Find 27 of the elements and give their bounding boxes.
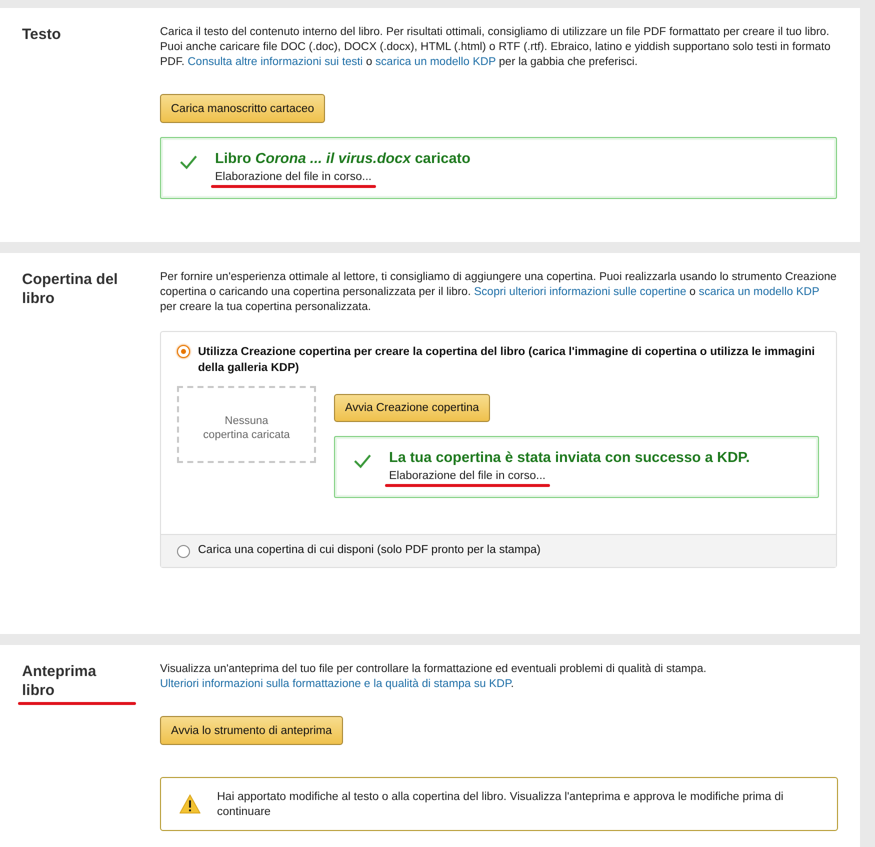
status-text: Elaborazione del file in corso... [389, 470, 546, 482]
action-button[interactable]: Carica manoscritto cartaceo [160, 94, 326, 123]
section-title: Testo [22, 25, 62, 44]
section-title: Anteprima libro [22, 662, 98, 700]
text-link[interactable]: scarica un modello KDP [698, 286, 820, 298]
success-title: Libro Corona ... il virus.docx caricato [215, 150, 470, 168]
radio-button[interactable] [177, 545, 190, 558]
warning-text: Hai apportato modifiche al testo o alla copertina del libro. Visualizza l'anteprima e approva le modifiche prima di continuare [217, 790, 784, 820]
description-text: Carica il testo del contenuto interno del libro. Per risultati ottimali, consigliamo di utilizzare un file PDF formattato per creare il tuo libro. Puoi anche caricare file DOC (.doc), DOCX (.docx), HTML (.html) o RTF (.rtf). Ebraico, latino e yiddish supportano solo testi in formato PDF. Consulta altre informazioni sui testi o scarica un modello KDP per la gabbia che preferisci. [160, 25, 832, 70]
checkmark-icon [179, 154, 198, 170]
warning-icon [179, 794, 201, 814]
description-text: Visualizza un'anteprima del tuo file per controllare la formattazione ed eventuali problemi di qualità di stampa. Ulteriori informazioni sulla formattazione e la qualità di stampa su KDP. [160, 662, 708, 692]
text-link[interactable]: Ulteriori informazioni sulla formattazione e la qualità di stampa su KDP [160, 678, 511, 690]
action-button[interactable]: Avvia Creazione copertina [334, 394, 490, 422]
description-text: Per fornire un'esperienza ottimale al lettore, ti consigliamo di aggiungere una copertina. Puoi realizzarla usando lo strumento Creazione copertina o caricando una copertina personalizzata per il libro. Scopri ulteriori informazioni sulle copertine o scarica un modello KDP per creare la tua copertina personalizzata. [160, 270, 837, 315]
placeholder-text: Nessuna copertina caricata [202, 414, 291, 443]
option-label: Utilizza Creazione copertina per creare la copertina del libro (carica l'immagine di copertina o utilizza le immagini della galleria KDP) [198, 345, 816, 376]
text-link[interactable]: Scopri ulteriori informazioni sulle copertine [474, 286, 686, 298]
status-text: Elaborazione del file in corso... [215, 171, 372, 183]
option-label: Carica una copertina di cui disponi (solo PDF pronto per la stampa) [198, 544, 541, 556]
section-title: Copertina del libro [22, 270, 119, 308]
action-button[interactable]: Avvia lo strumento di anteprima [160, 716, 343, 745]
radio-button[interactable] [177, 345, 190, 358]
checkmark-icon [353, 453, 372, 469]
text-link[interactable]: scarica un modello KDP [375, 56, 496, 68]
text-link[interactable]: Consulta altre informazioni sui testi [188, 56, 363, 68]
success-title: La tua copertina è stata inviata con successo a KDP. [389, 449, 750, 467]
